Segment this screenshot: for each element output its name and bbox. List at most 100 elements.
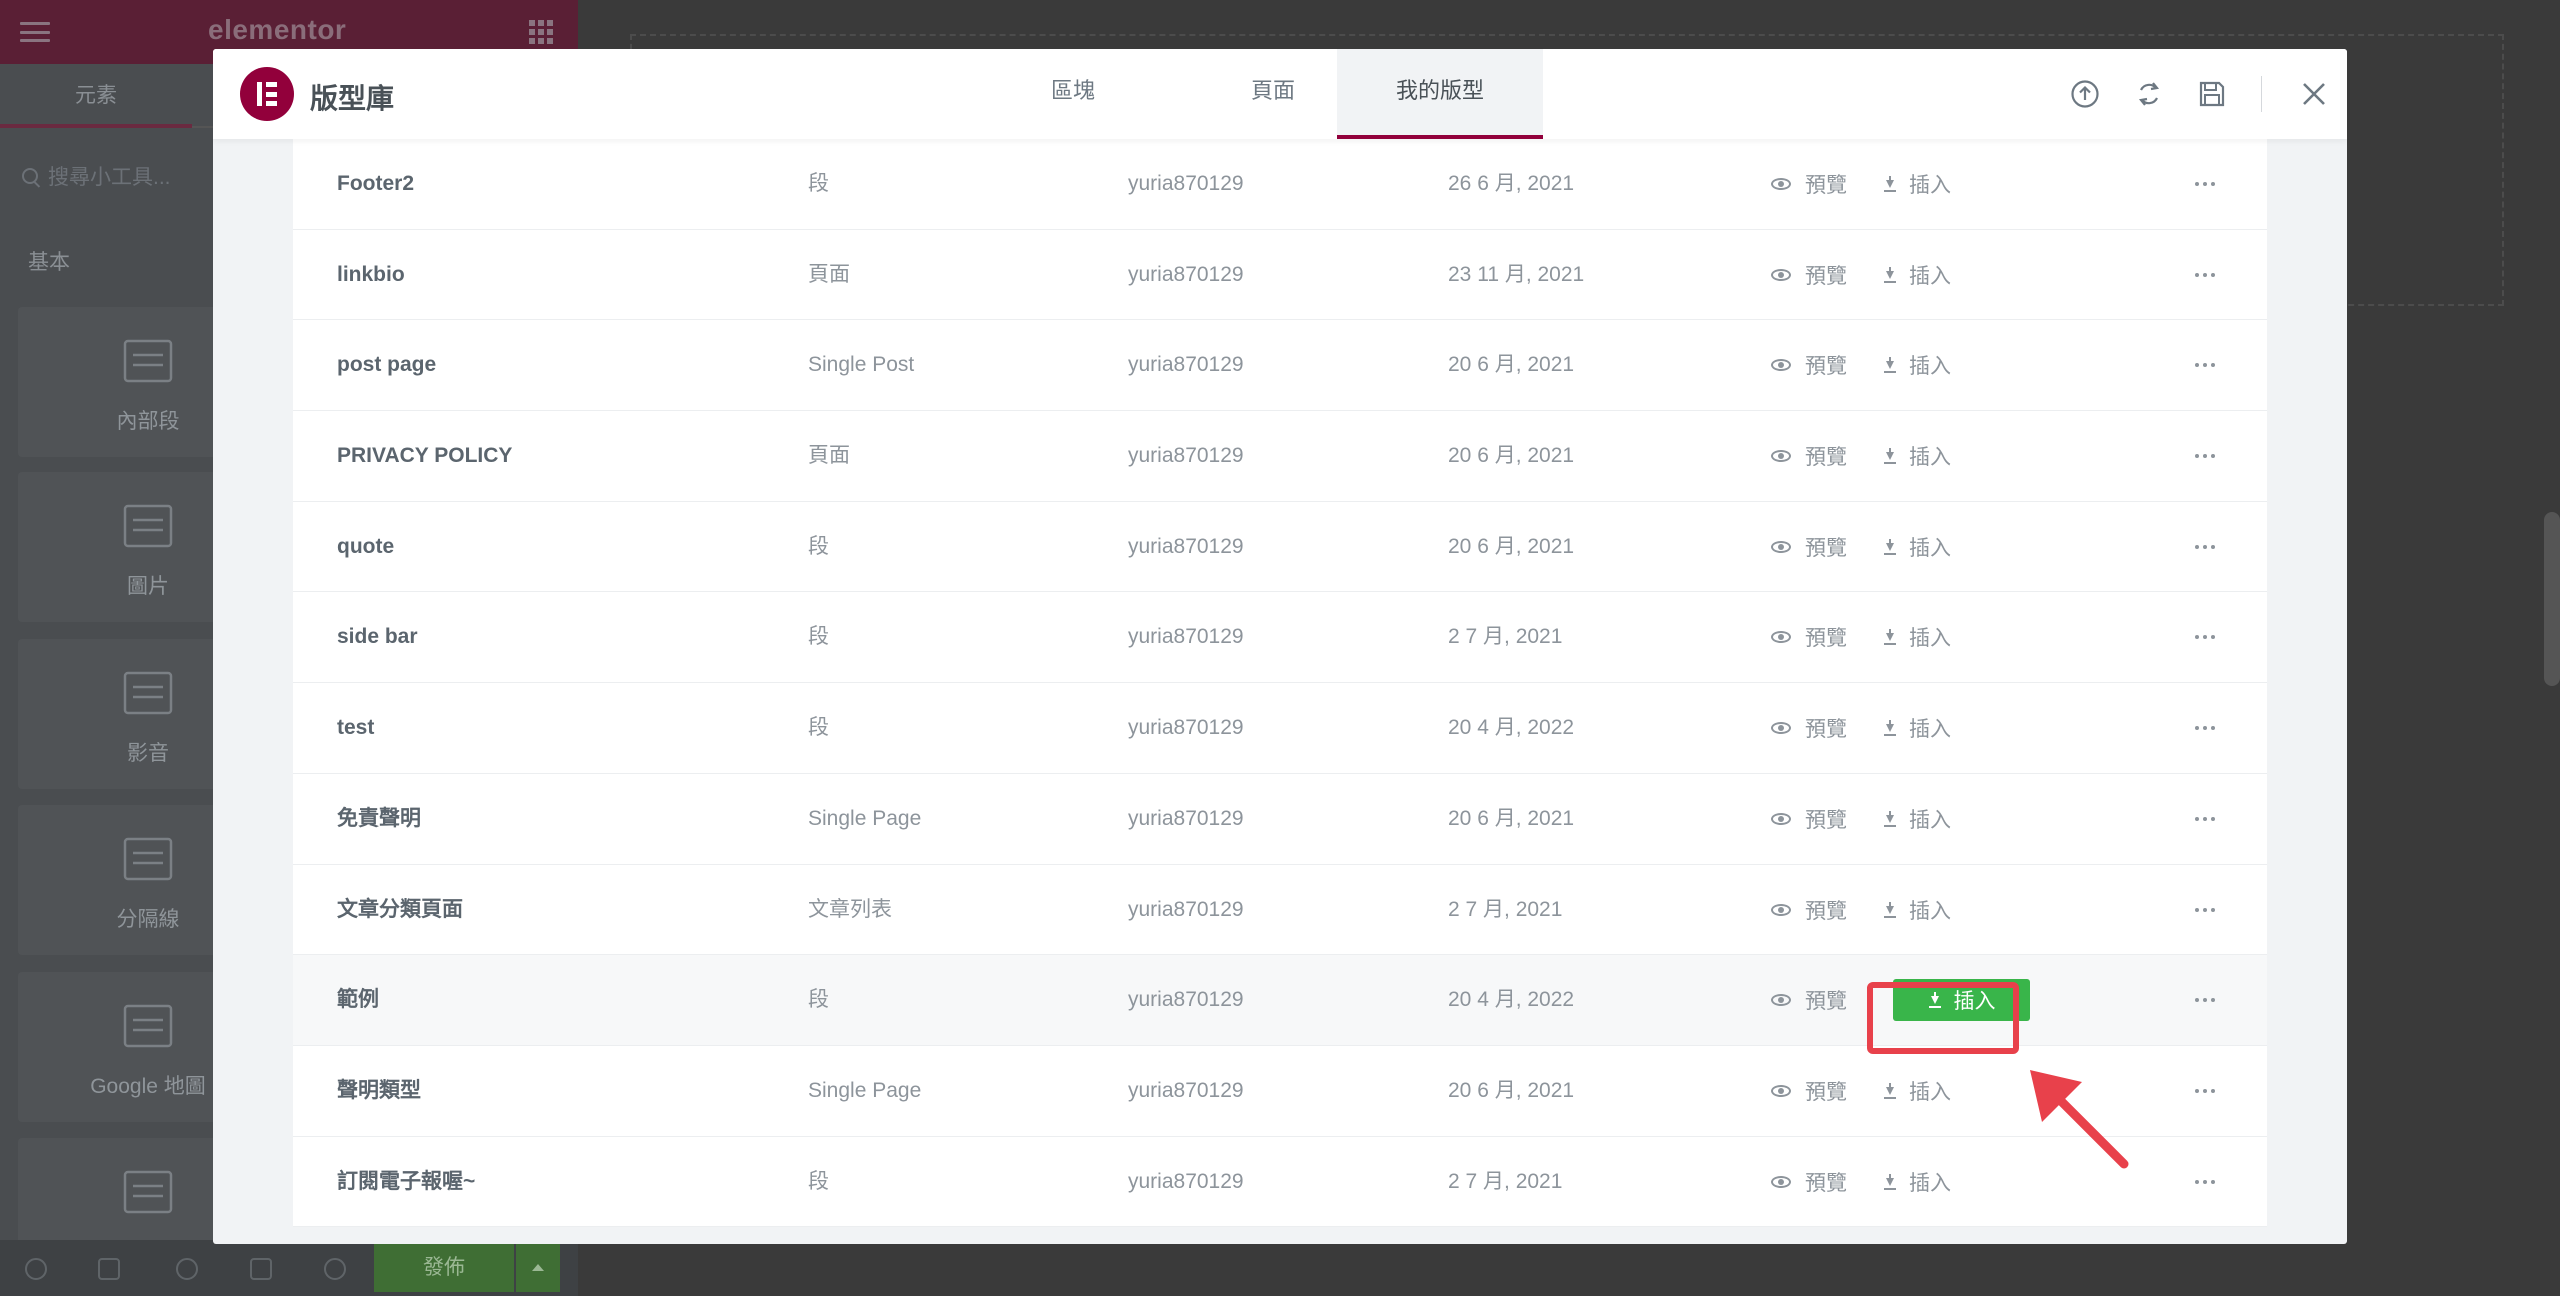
- more-options-icon[interactable]: [2195, 1046, 2215, 1136]
- preview-label: 預覽: [1805, 718, 1847, 742]
- more-options-icon[interactable]: [2195, 683, 2215, 773]
- table-row[interactable]: quote 段 yuria870129 20 6 月, 2021 預覽 插入: [293, 501, 2267, 593]
- preview-eye-icon[interactable]: [324, 1258, 346, 1280]
- more-options-icon[interactable]: [2195, 865, 2215, 955]
- insert-label: 插入: [1909, 174, 1951, 197]
- preview-button[interactable]: 預覽: [1771, 865, 1847, 955]
- more-options-icon[interactable]: [2195, 955, 2215, 1045]
- template-type: 段: [808, 988, 829, 1012]
- insert-label: 插入: [1909, 264, 1951, 288]
- preview-button[interactable]: 預覽: [1771, 683, 1847, 773]
- table-row[interactable]: PRIVACY POLICY 頁面 yuria870129 20 6 月, 2021 預…: [293, 411, 2267, 502]
- preview-button[interactable]: 預覽: [1771, 774, 1847, 864]
- tab-my-templates[interactable]: 我的版型: [1337, 49, 1543, 139]
- template-author: yuria870129: [1128, 1078, 1244, 1102]
- table-row[interactable]: 訂閱電子報喔~ 段 yuria870129 2 7 月, 2021 預覽 插入: [293, 1136, 2267, 1228]
- download-icon: [1883, 538, 1897, 555]
- more-options-icon[interactable]: [2195, 411, 2215, 501]
- history-icon[interactable]: [176, 1258, 198, 1280]
- template-date: 20 6 月, 2021: [1448, 534, 1575, 558]
- close-icon[interactable]: [2299, 79, 2329, 109]
- table-row[interactable]: Footer2 段 yuria870129 26 6 月, 2021 預覽 插入: [293, 139, 2267, 230]
- preview-label: 預覽: [1805, 264, 1847, 288]
- insert-button[interactable]: 插入: [1883, 230, 1951, 320]
- preview-button[interactable]: 預覽: [1771, 320, 1847, 410]
- insert-label: 插入: [1909, 718, 1951, 742]
- settings-icon[interactable]: [25, 1258, 47, 1280]
- preview-label: 預覽: [1805, 174, 1847, 197]
- insert-button[interactable]: 插入: [1883, 139, 1951, 229]
- tab-my-templates-label: 我的版型: [1395, 78, 1484, 103]
- import-icon[interactable]: [2070, 79, 2100, 109]
- sync-icon[interactable]: [2134, 79, 2164, 109]
- template-type: 文章列表: [808, 897, 892, 921]
- preview-button[interactable]: 預覽: [1771, 1046, 1847, 1136]
- download-icon: [1883, 901, 1897, 918]
- preview-button[interactable]: 預覽: [1771, 1137, 1847, 1227]
- preview-label: 預覽: [1805, 536, 1847, 560]
- widget-search[interactable]: 搜尋小工具...: [22, 158, 212, 194]
- insert-button[interactable]: 插入: [1883, 320, 1951, 410]
- table-row[interactable]: linkbio 頁面 yuria870129 23 11 月, 2021 預覽 插入: [293, 229, 2267, 321]
- more-options-icon[interactable]: [2195, 1137, 2215, 1227]
- template-title: side bar: [337, 625, 418, 649]
- table-row[interactable]: 免責聲明 Single Page yuria870129 20 6 月, 2021 預覽…: [293, 773, 2267, 865]
- insert-button[interactable]: 插入: [1893, 979, 2030, 1022]
- table-row[interactable]: 聲明類型 Single Page yuria870129 20 6 月, 2021 預覽…: [293, 1045, 2267, 1137]
- preview-label: 預覽: [1805, 808, 1847, 832]
- more-options-icon[interactable]: [2195, 774, 2215, 864]
- template-type: 段: [808, 716, 829, 740]
- insert-label: 插入: [1909, 808, 1951, 832]
- template-title: linkbio: [337, 262, 405, 286]
- preview-button[interactable]: 預覽: [1771, 592, 1847, 682]
- download-icon: [1883, 448, 1897, 465]
- eye-icon: [1771, 178, 1791, 190]
- responsive-icon[interactable]: [250, 1258, 272, 1280]
- template-author: yuria870129: [1128, 988, 1244, 1012]
- template-author: yuria870129: [1128, 262, 1244, 286]
- insert-button[interactable]: 插入: [1883, 1137, 1951, 1227]
- more-options-icon[interactable]: [2195, 139, 2215, 229]
- hamburger-menu-icon[interactable]: [20, 22, 50, 42]
- template-author: yuria870129: [1128, 353, 1244, 377]
- table-row[interactable]: 範例 段 yuria870129 20 4 月, 2022 預覽 插入: [293, 955, 2267, 1046]
- insert-button[interactable]: 插入: [1883, 865, 1951, 955]
- more-options-icon[interactable]: [2195, 230, 2215, 320]
- insert-button[interactable]: 插入: [1883, 774, 1951, 864]
- insert-button[interactable]: 插入: [1883, 502, 1951, 592]
- tab-elements[interactable]: 元素: [0, 64, 192, 128]
- table-row[interactable]: test 段 yuria870129 20 4 月, 2022 預覽 插入: [293, 683, 2267, 774]
- navigator-icon[interactable]: [98, 1258, 120, 1280]
- more-options-icon[interactable]: [2195, 592, 2215, 682]
- template-type: 頁面: [808, 444, 850, 468]
- preview-button[interactable]: 預覽: [1771, 230, 1847, 320]
- widgets-grid-icon[interactable]: [529, 20, 553, 44]
- publish-button[interactable]: 發佈: [374, 1244, 514, 1292]
- insert-button[interactable]: 插入: [1883, 411, 1951, 501]
- save-icon[interactable]: [2197, 79, 2227, 109]
- preview-button[interactable]: 預覽: [1771, 139, 1847, 229]
- template-title: 訂閱電子報喔~: [337, 1169, 476, 1193]
- table-row[interactable]: 文章分類頁面 文章列表 yuria870129 2 7 月, 2021 預覽 插入: [293, 864, 2267, 956]
- template-type: 段: [808, 625, 829, 649]
- download-icon: [1883, 176, 1897, 192]
- canvas-scrollbar[interactable]: [2544, 512, 2560, 686]
- more-options-icon[interactable]: [2195, 320, 2215, 410]
- preview-button[interactable]: 預覽: [1771, 955, 1847, 1045]
- insert-button[interactable]: 插入: [1883, 1046, 1951, 1136]
- preview-button[interactable]: 預覽: [1771, 502, 1847, 592]
- template-author: yuria870129: [1128, 172, 1244, 195]
- insert-button[interactable]: 插入: [1883, 592, 1951, 682]
- download-icon: [1883, 810, 1897, 827]
- template-title: quote: [337, 534, 395, 558]
- table-row[interactable]: post page Single Post yuria870129 20 6 月, 2…: [293, 320, 2267, 412]
- template-date: 2 7 月, 2021: [1448, 625, 1563, 649]
- more-options-icon[interactable]: [2195, 502, 2215, 592]
- tab-blocks[interactable]: 區塊: [973, 49, 1173, 139]
- download-icon: [1883, 720, 1897, 737]
- table-row[interactable]: side bar 段 yuria870129 2 7 月, 2021 預覽 插入: [293, 592, 2267, 684]
- template-type: 段: [808, 172, 829, 195]
- publish-options-button[interactable]: [516, 1244, 560, 1292]
- preview-button[interactable]: 預覽: [1771, 411, 1847, 501]
- insert-button[interactable]: 插入: [1883, 683, 1951, 773]
